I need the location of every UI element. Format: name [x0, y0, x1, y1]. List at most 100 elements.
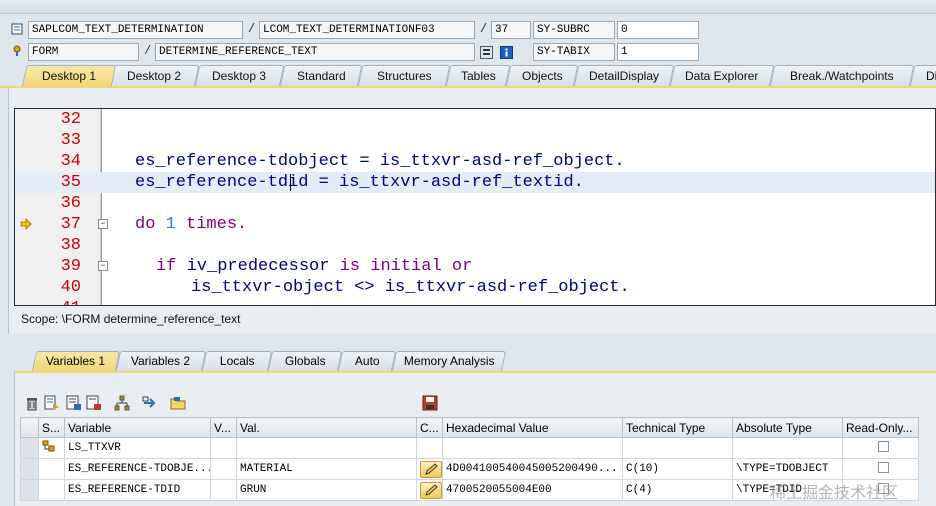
column-header[interactable]: S...	[38, 417, 65, 438]
tab-variables-2[interactable]: Variables 2	[115, 351, 207, 371]
row-selector-header[interactable]	[20, 417, 39, 438]
column-header[interactable]: Val.	[236, 417, 417, 438]
change-value-icon[interactable]	[86, 395, 102, 411]
info-icon[interactable]	[499, 45, 513, 59]
row-selector[interactable]	[20, 437, 39, 459]
pencil-icon	[425, 483, 438, 496]
include-name-field[interactable]: LCOM_TEXT_DETERMINATIONF03	[259, 21, 475, 39]
read-only-checkbox[interactable]	[878, 440, 889, 452]
line-number: 38	[60, 236, 81, 255]
event-icon	[10, 44, 24, 58]
v-cell	[210, 458, 237, 480]
tab-desktop-1[interactable]: Desktop 1	[21, 65, 117, 87]
code-line-execution[interactable]: 37 − do 1 times.	[15, 214, 935, 235]
fold-toggle-icon[interactable]: −	[98, 261, 108, 271]
tab-tables[interactable]: Tables	[445, 65, 511, 87]
code-line[interactable]: 39 − if iv_predecessor is initial or	[15, 256, 935, 277]
column-header[interactable]: V...	[210, 417, 237, 438]
tab-desktop-2[interactable]: Desktop 2	[109, 65, 200, 87]
code-line[interactable]: 40 is_ttxvr-object <> is_ttxvr-asd-ref_o…	[15, 277, 935, 298]
code-text: do 1 times.	[135, 214, 247, 235]
value-cell: MATERIAL	[236, 458, 417, 480]
sysfield-2-value[interactable]: 1	[617, 43, 699, 61]
line-number: 33	[60, 131, 81, 150]
keyword: is initial	[339, 257, 442, 276]
v-cell	[210, 437, 237, 459]
variables-tabbar: Variables 1 Variables 2 Locals Globals A…	[14, 351, 936, 373]
sysfield-1-value[interactable]: 0	[617, 21, 699, 39]
variable-name: iv_predecessor	[186, 257, 330, 276]
tab-memory-analysis[interactable]: Memory Analysis	[391, 351, 507, 371]
read-only-checkbox[interactable]	[878, 461, 889, 473]
row-selector[interactable]	[20, 458, 39, 480]
program-name-field[interactable]: SAPLCOM_TEXT_DETERMINATION	[28, 21, 243, 39]
tab-auto[interactable]: Auto	[337, 351, 397, 371]
open-folder-icon[interactable]	[170, 395, 186, 411]
line-number-field[interactable]: 37	[491, 21, 531, 39]
toolbar-strip	[0, 0, 936, 14]
variable-cell: ES_REFERENCE-TDID	[64, 479, 211, 501]
line-number: 39	[60, 257, 81, 276]
execution-arrow-icon	[20, 218, 32, 230]
table-header: S... Variable V... Val. C... Hexadecimal…	[20, 417, 919, 438]
code-line[interactable]: 38	[15, 235, 935, 256]
separator: /	[248, 22, 256, 36]
scope-label: Scope: \FORM determine_reference_text	[21, 312, 241, 326]
text-cursor	[290, 174, 291, 191]
watermark: 稀土掘金技术社区	[770, 483, 899, 502]
pencil-icon	[425, 462, 438, 475]
tab-detaildisplay[interactable]: DetailDisplay	[573, 65, 675, 87]
code-line[interactable]: 34 es_reference-tdobject = is_ttxvr-asd-…	[15, 151, 935, 172]
line-number: 36	[60, 194, 81, 213]
hex-cell: 4D004100540045005200490...	[442, 458, 623, 480]
detail-view-icon[interactable]	[66, 395, 82, 411]
code-text: es_reference-tdid = is_ttxvr-asd-ref_tex…	[135, 173, 584, 192]
tab-globals[interactable]: Globals	[267, 351, 343, 371]
display-source-icon[interactable]	[479, 45, 493, 59]
tab-locals[interactable]: Locals	[201, 351, 273, 371]
code-line[interactable]: 41	[15, 298, 935, 305]
column-header[interactable]: Technical Type	[622, 417, 733, 438]
code-line[interactable]: 36	[15, 193, 935, 214]
code-line[interactable]: 33	[15, 130, 935, 151]
source-editor[interactable]: 32 33 34 es_reference-tdobject = is_ttxv…	[14, 108, 936, 306]
row-selector[interactable]	[20, 479, 39, 501]
table-row[interactable]: ES_REFERENCE-TDOBJE... MATERIAL 4D004100…	[20, 458, 919, 480]
keyword: times.	[186, 215, 248, 234]
line-number: 41	[37, 298, 81, 305]
tab-data-explorer[interactable]: Data Explorer	[669, 65, 775, 87]
technical-type-cell: C(10)	[622, 458, 733, 480]
tab-structures[interactable]: Structures	[357, 65, 451, 87]
column-header[interactable]: Variable	[64, 417, 211, 438]
hex-cell	[442, 437, 623, 459]
value-cell: GRUN	[236, 479, 417, 501]
tab-break-watchpoints[interactable]: Break./Watchpoints	[769, 65, 915, 87]
code-line-current[interactable]: 35 es_reference-tdid = is_ttxvr-asd-ref_…	[15, 172, 935, 193]
navigate-icon[interactable]	[142, 395, 158, 411]
fold-toggle-icon[interactable]: −	[98, 219, 108, 229]
tab-desktop-3[interactable]: Desktop 3	[194, 65, 285, 87]
edit-value-button[interactable]	[420, 460, 442, 478]
sysfield-1-name[interactable]: SY-SUBRC	[533, 21, 615, 39]
event-name-field[interactable]: DETERMINE_REFERENCE_TEXT	[155, 43, 475, 61]
edit-value-button[interactable]	[420, 481, 442, 499]
code-line[interactable]: 32	[15, 109, 935, 130]
hierarchy-icon[interactable]	[114, 395, 130, 411]
delete-icon[interactable]	[24, 395, 40, 411]
column-header[interactable]: C...	[416, 417, 443, 438]
separator: /	[480, 22, 488, 36]
column-header[interactable]: Hexadecimal Value	[442, 417, 623, 438]
save-icon[interactable]	[422, 395, 438, 411]
tab-standard[interactable]: Standard	[279, 65, 363, 87]
tab-variables-1[interactable]: Variables 1	[31, 351, 121, 371]
sysfield-2-name[interactable]: SY-TABIX	[533, 43, 615, 61]
column-header[interactable]: Absolute Type	[732, 417, 843, 438]
tab-objects[interactable]: Objects	[505, 65, 579, 87]
column-header[interactable]: Read-Only...	[842, 417, 919, 438]
status-cell	[38, 479, 65, 501]
table-row[interactable]: LS_TTXVR	[20, 437, 919, 459]
event-type-field[interactable]: FORM	[28, 43, 139, 61]
tab-more[interactable]: Di	[909, 65, 936, 87]
read-only-cell	[842, 437, 919, 459]
insert-row-icon[interactable]	[44, 395, 60, 411]
